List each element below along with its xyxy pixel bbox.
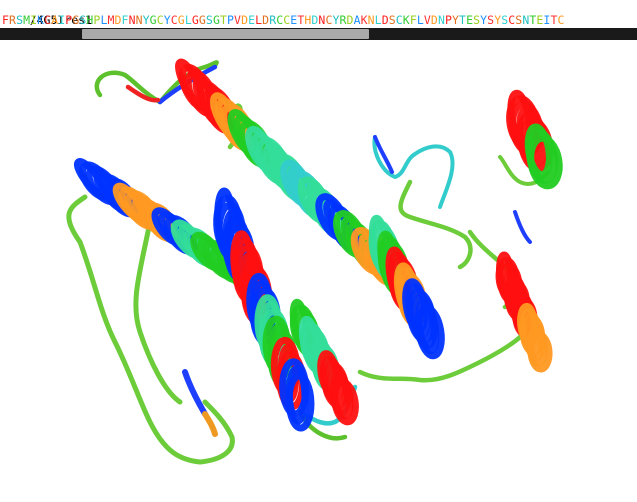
residue-letter[interactable]: E xyxy=(536,13,543,27)
sequence-scrollbar[interactable] xyxy=(0,28,637,40)
helix-far-right xyxy=(495,251,553,373)
residue-letter[interactable]: T xyxy=(459,13,466,27)
residue-letter[interactable]: N xyxy=(318,13,325,27)
residue-letter[interactable]: C xyxy=(557,13,564,27)
residue-letter[interactable]: S xyxy=(473,13,480,27)
residue-letter[interactable]: L xyxy=(375,13,382,27)
residue-letter[interactable]: C xyxy=(508,13,515,27)
residue-letter[interactable]: L xyxy=(100,13,107,27)
residue-letter[interactable]: F xyxy=(410,13,417,27)
residue-letter[interactable]: C xyxy=(44,13,51,27)
residue-letter[interactable]: S xyxy=(501,13,508,27)
sequence-residues[interactable]: FRSMIKCAIPGSHPLMDFNNYGCYCGLGGSGTPVDELDRC… xyxy=(2,13,565,27)
residue-letter[interactable]: S xyxy=(206,13,213,27)
residue-letter[interactable]: S xyxy=(79,13,86,27)
residue-letter[interactable]: N xyxy=(438,13,445,27)
residue-letter[interactable]: A xyxy=(51,13,58,27)
sequence-viewer[interactable]: /4G5Ires1 16 21 26 31 36 41 46 51 56 61 … xyxy=(0,0,637,42)
residue-letter[interactable]: Y xyxy=(452,13,459,27)
coil-top-right-cyan xyxy=(372,135,455,209)
residue-letter[interactable]: E xyxy=(248,13,255,27)
residue-letter[interactable]: M xyxy=(107,13,114,27)
residue-letter[interactable]: D xyxy=(431,13,438,27)
residue-letter[interactable]: D xyxy=(241,13,248,27)
residue-letter[interactable]: T xyxy=(297,13,304,27)
residue-letter[interactable]: I xyxy=(58,13,65,27)
residue-letter[interactable]: S xyxy=(515,13,522,27)
residue-letter[interactable]: T xyxy=(550,13,557,27)
residue-letter[interactable]: P xyxy=(93,13,100,27)
residue-letter[interactable]: C xyxy=(171,13,178,27)
residue-letter[interactable]: R xyxy=(340,13,347,27)
residue-letter[interactable]: A xyxy=(354,13,361,27)
residue-letter[interactable]: C xyxy=(157,13,164,27)
residue-letter[interactable]: S xyxy=(16,13,23,27)
residue-letter[interactable]: C xyxy=(283,13,290,27)
residue-letter[interactable]: Y xyxy=(143,13,150,27)
residue-letter[interactable]: D xyxy=(311,13,318,27)
coil-right-blue xyxy=(513,210,532,244)
coil-left-orange xyxy=(202,411,218,437)
residue-letter[interactable]: M xyxy=(23,13,30,27)
residue-letter[interactable]: Y xyxy=(164,13,171,27)
residue-letter[interactable]: S xyxy=(389,13,396,27)
residue-letter[interactable]: G xyxy=(150,13,157,27)
protein-cartoon[interactable] xyxy=(0,42,637,502)
residue-letter[interactable]: T xyxy=(529,13,536,27)
residue-letter[interactable]: V xyxy=(234,13,241,27)
residue-letter[interactable]: D xyxy=(115,13,122,27)
residue-letter[interactable]: D xyxy=(262,13,269,27)
residue-letter[interactable]: F xyxy=(2,13,9,27)
residue-letter[interactable]: D xyxy=(347,13,354,27)
residue-letter[interactable]: Y xyxy=(332,13,339,27)
residue-letter[interactable]: G xyxy=(192,13,199,27)
coil-left-mid xyxy=(133,219,183,405)
residue-letter[interactable]: N xyxy=(368,13,375,27)
residue-letter[interactable]: Y xyxy=(480,13,487,27)
coil-left-blue xyxy=(182,369,208,417)
residue-letter[interactable]: F xyxy=(122,13,129,27)
residue-letter[interactable]: L xyxy=(185,13,192,27)
residue-letter[interactable]: E xyxy=(466,13,473,27)
residue-letter[interactable]: G xyxy=(199,13,206,27)
residue-letter[interactable]: N xyxy=(136,13,143,27)
residue-letter[interactable]: P xyxy=(65,13,72,27)
residue-letter[interactable]: V xyxy=(424,13,431,27)
residue-letter[interactable]: G xyxy=(178,13,185,27)
residue-letter[interactable]: E xyxy=(290,13,297,27)
residue-letter[interactable]: R xyxy=(269,13,276,27)
residue-letter[interactable]: D xyxy=(382,13,389,27)
residue-letter[interactable]: C xyxy=(396,13,403,27)
residue-letter[interactable]: I xyxy=(30,13,37,27)
residue-letter[interactable]: N xyxy=(522,13,529,27)
residue-letter[interactable]: P xyxy=(445,13,452,27)
residue-letter[interactable]: R xyxy=(9,13,16,27)
coil-right-center xyxy=(398,179,473,270)
helix-right xyxy=(368,214,445,360)
helix-ring xyxy=(506,89,563,190)
residue-letter[interactable]: K xyxy=(403,13,410,27)
residue-letter[interactable]: L xyxy=(417,13,424,27)
residue-letter[interactable]: I xyxy=(543,13,550,27)
residue-letter[interactable]: T xyxy=(220,13,227,27)
residue-letter[interactable]: K xyxy=(37,13,44,27)
residue-letter[interactable]: L xyxy=(255,13,262,27)
residue-letter[interactable]: K xyxy=(361,13,368,27)
residue-letter[interactable]: P xyxy=(227,13,234,27)
residue-letter[interactable]: G xyxy=(213,13,220,27)
residue-letter[interactable]: Y xyxy=(494,13,501,27)
residue-letter[interactable]: N xyxy=(129,13,136,27)
residue-letter[interactable]: H xyxy=(86,13,93,27)
residue-letter[interactable]: H xyxy=(304,13,311,27)
residue-letter[interactable]: G xyxy=(72,13,79,27)
residue-letter[interactable]: C xyxy=(325,13,332,27)
molecule-viewport[interactable] xyxy=(0,42,637,502)
scrollbar-thumb[interactable] xyxy=(82,29,370,39)
residue-letter[interactable]: C xyxy=(276,13,283,27)
residue-letter[interactable]: S xyxy=(487,13,494,27)
